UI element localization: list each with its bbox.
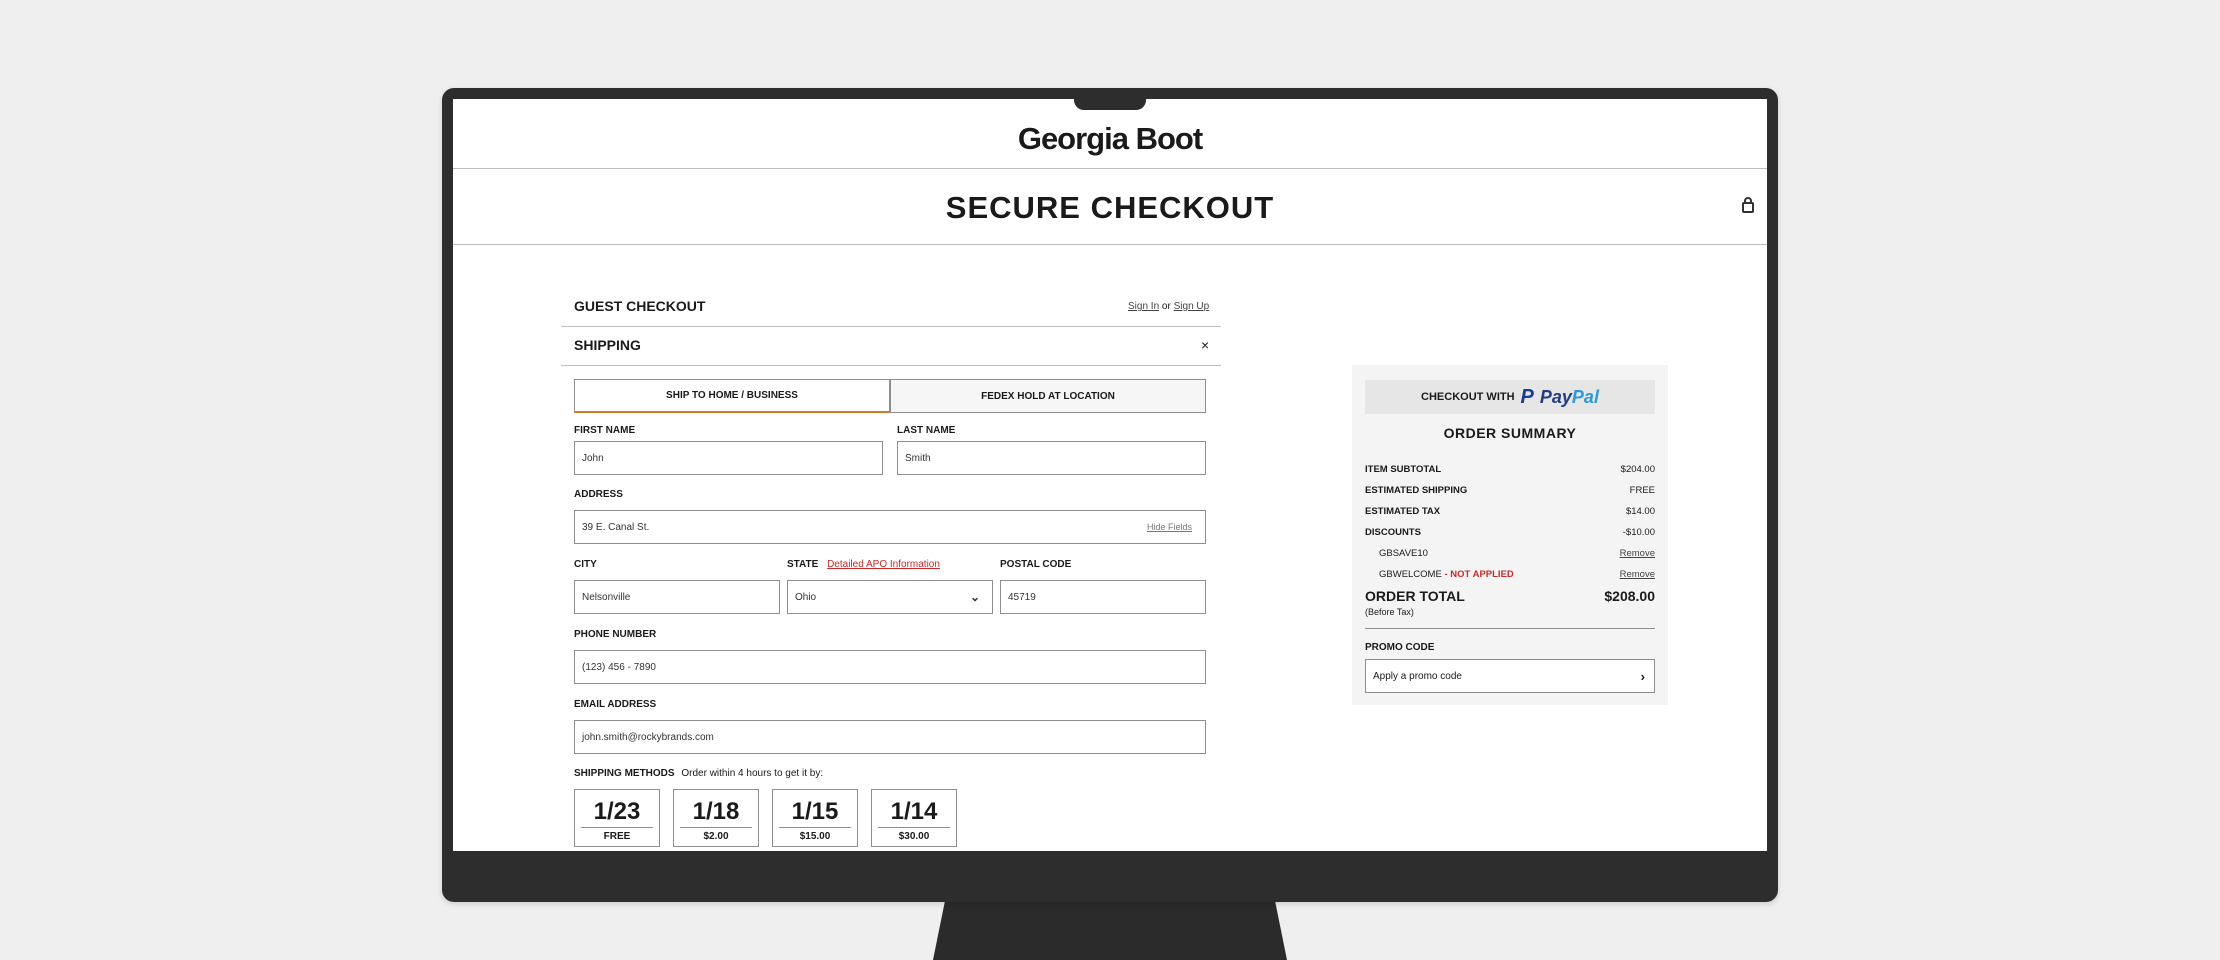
shipping-price: $15.00 [799,831,831,842]
remove-discount-link[interactable]: Remove [1620,569,1655,580]
shipping-price: $30.00 [898,831,930,842]
monitor-frame: Georgia Boot SECURE CHECKOUT GUEST CHECK… [442,88,1778,902]
city-label: CITY [574,559,597,570]
page-title: SECURE CHECKOUT [945,190,1275,225]
title-divider [453,244,1767,245]
or-text: or [1161,301,1171,312]
discount-code-row: GBWELCOME - NOT APPLIED Remove [1379,569,1655,580]
email-label: EMAIL ADDRESS [574,699,657,710]
paypal-wordmark: PayPal [1539,386,1599,407]
summary-divider [1365,628,1655,629]
not-applied-status: - NOT APPLIED [1444,569,1514,580]
sign-up-link[interactable]: Sign Up [1174,301,1210,312]
paypal-checkout-button[interactable]: CHECKOUT WITH P PayPal [1365,380,1655,414]
sign-in-link[interactable]: Sign In [1128,301,1159,312]
last-name-field[interactable]: Smith [897,441,1206,475]
paypal-logo-icon: P [1520,385,1534,408]
delivery-date: 1/15 [791,798,839,825]
camera-notch [1074,98,1146,110]
city-field[interactable]: Nelsonville [574,580,780,614]
postal-code-field[interactable]: 45719 [1000,580,1206,614]
tab-fedex-hold[interactable]: FEDEX HOLD AT LOCATION [890,379,1206,413]
first-name-field[interactable]: John [574,441,883,475]
shipping-option-card[interactable]: 1/15 $15.00 [772,789,858,847]
shipping-option-card[interactable]: 1/18 $2.00 [673,789,759,847]
account-links: Sign In or Sign Up [1128,301,1209,312]
tab-ship-to-home[interactable]: SHIP TO HOME / BUSINESS [574,379,890,413]
summary-row: ESTIMATED SHIPPING FREE [1365,485,1655,496]
promo-code-label: PROMO CODE [1365,642,1435,653]
shipping-methods-note: Order within 4 hours to get it by: [681,768,824,779]
state-label: STATE Detailed APO Information [787,559,940,570]
header-divider [453,168,1767,169]
delivery-date: 1/23 [593,798,641,825]
delivery-date: 1/18 [692,798,740,825]
first-name-label: FIRST NAME [574,425,636,436]
apo-info-link[interactable]: Detailed APO Information [827,559,940,570]
before-tax-note: (Before Tax) [1365,607,1414,617]
summary-row: ESTIMATED TAX $14.00 [1365,506,1655,517]
state-select[interactable]: Ohio ⌄ [787,580,993,614]
summary-row: ITEM SUBTOTAL $204.00 [1365,464,1655,475]
guest-divider [561,326,1221,327]
summary-row: DISCOUNTS -$10.00 [1365,527,1655,538]
state-value: Ohio [795,591,817,603]
lock-icon [1742,197,1754,213]
chevron-right-icon[interactable]: › [1641,669,1645,684]
address-field[interactable]: 39 E. Canal St. Hide Fields [574,510,1206,544]
shipping-divider [561,365,1221,366]
order-total: ORDER TOTAL $208.00 [1365,588,1655,604]
postal-code-label: POSTAL CODE [1000,559,1072,570]
address-label: ADDRESS [574,489,623,500]
discount-code: GBWELCOME - NOT APPLIED [1379,569,1514,580]
phone-label: PHONE NUMBER [574,629,657,640]
shipping-methods-label: SHIPPING METHODS Order within 4 hours to… [574,768,824,779]
delivery-date: 1/14 [890,798,938,825]
close-icon[interactable]: × [1201,337,1209,353]
address-value: 39 E. Canal St. [582,521,650,533]
shipping-price: $2.00 [703,831,729,842]
guest-checkout-title: GUEST CHECKOUT [574,298,706,314]
discount-code-row: GBSAVE10 Remove [1379,548,1655,559]
shipping-option-card[interactable]: 1/23 FREE [574,789,660,847]
email-field[interactable]: john.smith@rockybrands.com [574,720,1206,754]
brand-logo[interactable]: Georgia Boot [453,121,1767,157]
shipping-price: FREE [603,831,631,842]
discount-code: GBSAVE10 [1379,548,1428,559]
shipping-option-card[interactable]: 1/14 $30.00 [871,789,957,847]
chevron-down-icon: ⌄ [969,590,980,604]
hide-fields-link[interactable]: Hide Fields [1147,522,1192,532]
order-summary-title: ORDER SUMMARY [1443,425,1577,441]
checkout-page: Georgia Boot SECURE CHECKOUT GUEST CHECK… [453,99,1767,851]
last-name-label: LAST NAME [897,425,956,436]
promo-placeholder: Apply a promo code [1373,670,1462,682]
promo-code-input[interactable]: Apply a promo code › [1365,659,1655,693]
shipping-title: SHIPPING [574,337,641,353]
order-summary-panel: CHECKOUT WITH P PayPal ORDER SUMMARY ITE… [1352,365,1668,705]
phone-field[interactable]: (123) 456 - 7890 [574,650,1206,684]
remove-discount-link[interactable]: Remove [1620,548,1655,559]
paypal-prefix: CHECKOUT WITH [1421,391,1515,403]
